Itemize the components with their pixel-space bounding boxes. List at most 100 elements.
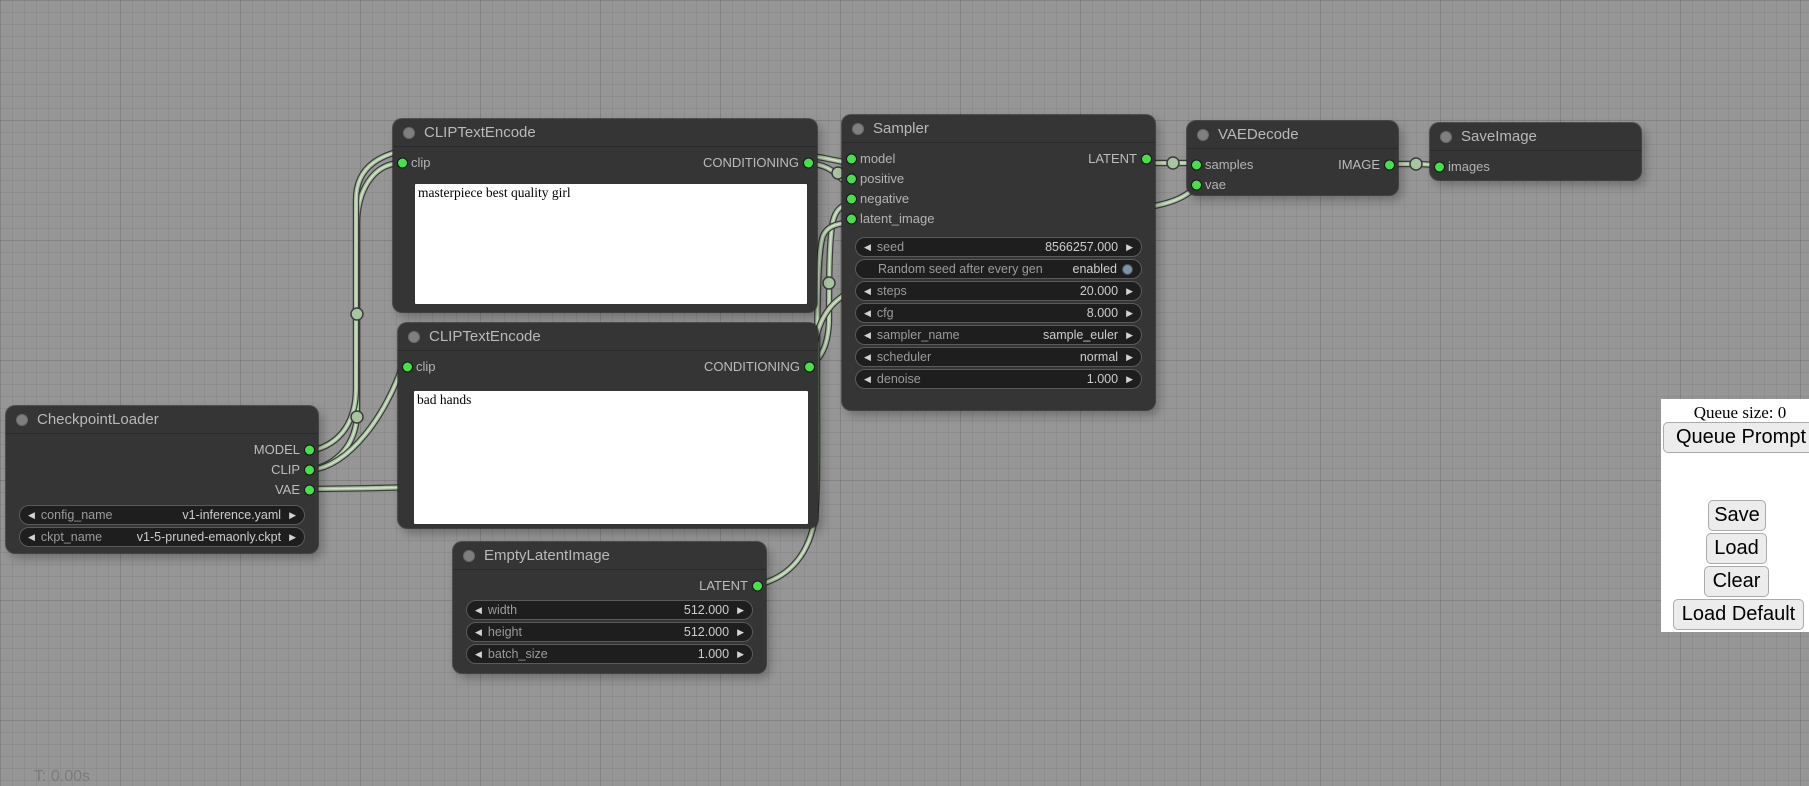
decrement-arrow-icon[interactable]: ◀ <box>475 601 482 619</box>
output-label: IMAGE <box>1338 155 1380 175</box>
io-row: model LATENT <box>842 149 1155 169</box>
widget-denoise[interactable]: ◀ denoise 1.000 ▶ <box>855 369 1142 389</box>
widget-value: 1.000 <box>698 645 729 663</box>
output-port-image[interactable] <box>1384 160 1395 171</box>
input-label: clip <box>411 153 431 173</box>
node-title-bar[interactable]: EmptyLatentImage <box>453 542 766 570</box>
widget-ckpt-name[interactable]: ◀ ckpt_name v1-5-pruned-emaonly.ckpt ▶ <box>19 527 305 547</box>
node-title-bar[interactable]: Sampler <box>842 115 1155 143</box>
input-port-negative[interactable] <box>846 194 857 205</box>
io-row: samples IMAGE <box>1187 155 1398 175</box>
decrement-arrow-icon[interactable]: ◀ <box>864 348 871 366</box>
input-port-clip[interactable] <box>397 158 408 169</box>
widget-value: v1-inference.yaml <box>182 506 281 524</box>
increment-arrow-icon[interactable]: ▶ <box>1126 238 1133 256</box>
collapse-dot-icon[interactable] <box>852 123 864 135</box>
output-port-vae[interactable] <box>304 485 315 496</box>
node-clip-text-encode-positive[interactable]: CLIPTextEncode clip CONDITIONING masterp… <box>393 119 817 312</box>
widget-width[interactable]: ◀ width 512.000 ▶ <box>466 600 753 620</box>
decrement-arrow-icon[interactable]: ◀ <box>864 326 871 344</box>
node-title-bar[interactable]: CLIPTextEncode <box>393 119 817 147</box>
input-label: positive <box>860 169 904 189</box>
input-port-model[interactable] <box>846 154 857 165</box>
node-title-bar[interactable]: VAEDecode <box>1187 121 1398 149</box>
widget-scheduler[interactable]: ◀ scheduler normal ▶ <box>855 347 1142 367</box>
decrement-arrow-icon[interactable]: ◀ <box>28 506 35 524</box>
prompt-textarea[interactable]: bad hands <box>414 391 808 524</box>
collapse-dot-icon[interactable] <box>408 331 420 343</box>
input-port-images[interactable] <box>1434 162 1445 173</box>
increment-arrow-icon[interactable]: ▶ <box>1126 348 1133 366</box>
widget-random-seed-toggle[interactable]: Random seed after every gen enabled <box>855 259 1142 279</box>
input-port-vae[interactable] <box>1191 180 1202 191</box>
increment-arrow-icon[interactable]: ▶ <box>1126 326 1133 344</box>
increment-arrow-icon[interactable]: ▶ <box>1126 282 1133 300</box>
increment-arrow-icon[interactable]: ▶ <box>289 528 296 546</box>
increment-arrow-icon[interactable]: ▶ <box>1126 304 1133 322</box>
output-port-latent[interactable] <box>1141 154 1152 165</box>
input-row-negative: negative <box>842 189 1155 209</box>
decrement-arrow-icon[interactable]: ◀ <box>864 304 871 322</box>
widget-value: v1-5-pruned-emaonly.ckpt <box>137 528 281 546</box>
comfyui-canvas[interactable]: { "icons": {"arrow_left": "◀", "arrow_ri… <box>0 0 1809 782</box>
node-title-bar[interactable]: CheckpointLoader <box>6 406 318 434</box>
output-label: CLIP <box>271 460 300 480</box>
load-default-button[interactable]: Load Default <box>1673 599 1804 630</box>
input-port-latent-image[interactable] <box>846 214 857 225</box>
collapse-dot-icon[interactable] <box>403 127 415 139</box>
input-label: images <box>1448 157 1490 177</box>
widget-steps[interactable]: ◀ steps 20.000 ▶ <box>855 281 1142 301</box>
output-port-clip[interactable] <box>304 465 315 476</box>
clear-button[interactable]: Clear <box>1704 566 1769 597</box>
node-sampler[interactable]: Sampler model LATENT positive negative l… <box>842 115 1155 410</box>
collapse-dot-icon[interactable] <box>1440 131 1452 143</box>
widget-value: sample_euler <box>1043 326 1118 344</box>
node-checkpoint-loader[interactable]: CheckpointLoader MODEL CLIP VAE ◀ config… <box>6 406 318 553</box>
widget-height[interactable]: ◀ height 512.000 ▶ <box>466 622 753 642</box>
increment-arrow-icon[interactable]: ▶ <box>737 623 744 641</box>
decrement-arrow-icon[interactable]: ◀ <box>864 370 871 388</box>
save-button[interactable]: Save <box>1708 500 1766 531</box>
decrement-arrow-icon[interactable]: ◀ <box>864 238 871 256</box>
output-port-model[interactable] <box>304 445 315 456</box>
widget-label: config_name <box>41 506 113 524</box>
collapse-dot-icon[interactable] <box>16 414 28 426</box>
node-empty-latent-image[interactable]: EmptyLatentImage LATENT ◀ width 512.000 … <box>453 542 766 673</box>
increment-arrow-icon[interactable]: ▶ <box>737 645 744 663</box>
widget-config-name[interactable]: ◀ config_name v1-inference.yaml ▶ <box>19 505 305 525</box>
io-row: clip CONDITIONING <box>398 357 818 377</box>
link-midpoint-dot <box>351 308 363 320</box>
decrement-arrow-icon[interactable]: ◀ <box>864 282 871 300</box>
node-title: CheckpointLoader <box>37 411 159 428</box>
input-port-positive[interactable] <box>846 174 857 185</box>
node-title-bar[interactable]: CLIPTextEncode <box>398 323 818 351</box>
collapse-dot-icon[interactable] <box>1197 129 1209 141</box>
widget-cfg[interactable]: ◀ cfg 8.000 ▶ <box>855 303 1142 323</box>
node-title-bar[interactable]: SaveImage <box>1430 123 1641 151</box>
increment-arrow-icon[interactable]: ▶ <box>289 506 296 524</box>
output-port-latent[interactable] <box>752 581 763 592</box>
decrement-arrow-icon[interactable]: ◀ <box>475 645 482 663</box>
widget-seed[interactable]: ◀ seed 8566257.000 ▶ <box>855 237 1142 257</box>
widget-batch-size[interactable]: ◀ batch_size 1.000 ▶ <box>466 644 753 664</box>
node-vae-decode[interactable]: VAEDecode samples IMAGE vae <box>1187 121 1398 195</box>
toggle-dot-icon[interactable] <box>1122 264 1133 275</box>
widget-value: 512.000 <box>684 623 729 641</box>
decrement-arrow-icon[interactable]: ◀ <box>28 528 35 546</box>
queue-prompt-button[interactable]: Queue Prompt <box>1663 422 1809 453</box>
increment-arrow-icon[interactable]: ▶ <box>737 601 744 619</box>
node-save-image[interactable]: SaveImage images <box>1430 123 1641 180</box>
increment-arrow-icon[interactable]: ▶ <box>1126 370 1133 388</box>
collapse-dot-icon[interactable] <box>463 550 475 562</box>
widget-label: ckpt_name <box>41 528 102 546</box>
widget-sampler-name[interactable]: ◀ sampler_name sample_euler ▶ <box>855 325 1142 345</box>
decrement-arrow-icon[interactable]: ◀ <box>475 623 482 641</box>
prompt-textarea[interactable]: masterpiece best quality girl <box>415 184 807 304</box>
input-port-samples[interactable] <box>1191 160 1202 171</box>
node-clip-text-encode-negative[interactable]: CLIPTextEncode clip CONDITIONING bad han… <box>398 323 818 528</box>
load-button[interactable]: Load <box>1706 533 1767 564</box>
input-label: negative <box>860 189 909 209</box>
output-port-conditioning[interactable] <box>803 158 814 169</box>
input-port-clip[interactable] <box>402 362 413 373</box>
output-port-conditioning[interactable] <box>804 362 815 373</box>
